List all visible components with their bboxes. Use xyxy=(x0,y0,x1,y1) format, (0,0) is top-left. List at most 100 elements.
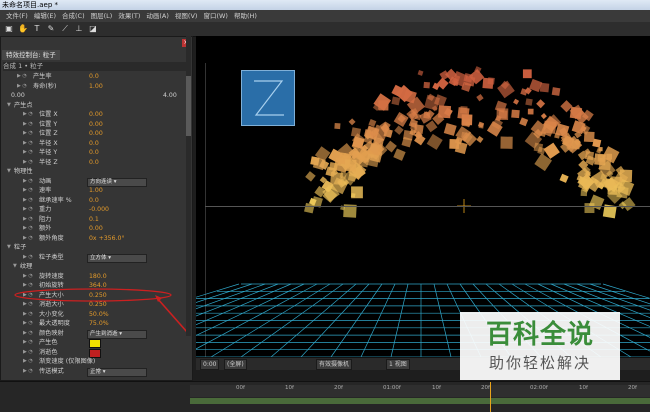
timeline-panel[interactable]: 00f 10f 20f 01:00f 10f 20f 02:00f 10f 20f xyxy=(0,381,650,412)
tab-effect-controls[interactable]: 特效控制台: 粒子 xyxy=(2,50,60,60)
property-row[interactable]: ▶ ◔ 渐变速度 (仅限图像) xyxy=(3,357,186,367)
property-dropdown[interactable]: 正常 ▾ xyxy=(87,367,147,377)
stopwatch-icon[interactable]: ▶ ◔ xyxy=(23,367,33,377)
disclosure-triangle-icon[interactable]: ▼ xyxy=(7,167,11,177)
menu-item[interactable]: 视图(V) xyxy=(175,10,198,22)
disclosure-triangle-icon[interactable]: ▼ xyxy=(7,243,11,253)
property-value[interactable]: 75.0% xyxy=(89,319,109,329)
stopwatch-icon[interactable]: ▶ ◔ xyxy=(23,348,33,358)
property-row[interactable]: ▶ ◔ 半径 Z 0.0 xyxy=(3,158,186,168)
property-row[interactable]: ▶ ◔ 动画 方向连读 ▾ xyxy=(3,177,186,187)
property-value[interactable]: 0.0 xyxy=(89,158,99,168)
property-row[interactable]: ▶ ◔ 产生色 xyxy=(3,338,186,348)
property-value[interactable]: 0.0 xyxy=(89,139,99,149)
property-row[interactable]: ▶ ◔ 位置 Z 0.00 xyxy=(3,129,186,139)
stopwatch-icon[interactable]: ▶ ◔ xyxy=(23,120,33,130)
stopwatch-icon[interactable]: ▶ ◔ xyxy=(23,110,33,120)
stopwatch-icon[interactable]: ▶ ◔ xyxy=(23,234,33,244)
property-row[interactable]: ▼ 产生点 xyxy=(3,101,186,111)
property-row[interactable]: ▶ ◔ 半径 Y 0.0 xyxy=(3,148,186,158)
stopwatch-icon[interactable]: ▶ ◔ xyxy=(23,319,33,329)
property-row[interactable]: ▶ ◔ 速率 1.00 xyxy=(3,186,186,196)
property-row[interactable]: ▶ ◔ 位置 X 0.00 xyxy=(3,110,186,120)
property-value[interactable]: 1.00 xyxy=(89,82,103,92)
pen-tool-icon[interactable]: ✎ xyxy=(46,24,56,34)
property-row[interactable]: 0.00 4.00 xyxy=(3,91,186,101)
stopwatch-icon[interactable]: ▶ ◔ xyxy=(23,272,33,282)
hand-tool-icon[interactable]: ✋ xyxy=(18,24,28,34)
property-row[interactable]: ▶ ◔ 半径 X 0.0 xyxy=(3,139,186,149)
property-row[interactable]: ▶ ◔ 继承速率 % 0.0 xyxy=(3,196,186,206)
stopwatch-icon[interactable]: ▶ ◔ xyxy=(23,129,33,139)
property-row[interactable]: ▶ ◔ 传送模式 正常 ▾ xyxy=(3,367,186,377)
stopwatch-icon[interactable]: ▶ ◔ xyxy=(23,148,33,158)
work-area-bar[interactable] xyxy=(190,398,650,404)
eraser-tool-icon[interactable]: ◪ xyxy=(88,24,98,34)
time-ruler[interactable]: 00f 10f 20f 01:00f 10f 20f 02:00f 10f 20f xyxy=(190,385,650,397)
brush-tool-icon[interactable]: ⟋ xyxy=(60,24,70,34)
stopwatch-icon[interactable]: ▶ ◔ xyxy=(17,82,27,92)
menu-item[interactable]: 窗口(W) xyxy=(203,10,228,22)
scrollbar-thumb[interactable] xyxy=(186,76,191,136)
menu-item[interactable]: 文件(F) xyxy=(6,10,28,22)
menu-item[interactable]: 合成(C) xyxy=(62,10,85,22)
composition-viewer[interactable] xyxy=(196,36,650,357)
selection-tool-icon[interactable]: ▣ xyxy=(4,24,14,34)
disclosure-triangle-icon[interactable]: ▼ xyxy=(13,262,17,272)
current-time-indicator[interactable] xyxy=(490,382,491,412)
stopwatch-icon[interactable]: ▶ ◔ xyxy=(23,253,33,263)
menu-item[interactable]: 图层(L) xyxy=(91,10,113,22)
stopwatch-icon[interactable]: ▶ ◔ xyxy=(23,186,33,196)
disclosure-triangle-icon[interactable]: ▼ xyxy=(7,101,11,111)
stopwatch-icon[interactable]: ▶ ◔ xyxy=(23,338,33,348)
property-value[interactable]: 1.00 xyxy=(89,186,103,196)
menu-item[interactable]: 编辑(E) xyxy=(34,10,56,22)
property-row[interactable]: ▼ 粒子 xyxy=(3,243,186,253)
stopwatch-icon[interactable]: ▶ ◔ xyxy=(23,329,33,339)
property-value[interactable]: 50.0% xyxy=(89,310,109,320)
property-row[interactable]: ▶ ◔ 阻力 0.1 xyxy=(3,215,186,225)
property-row[interactable]: ▼ 物理性 xyxy=(3,167,186,177)
property-value[interactable]: 0.00 xyxy=(89,110,103,120)
property-value[interactable]: 0.0 xyxy=(89,148,99,158)
property-value[interactable]: 0.1 xyxy=(89,215,99,225)
text-tool-icon[interactable]: T xyxy=(32,24,42,34)
property-row[interactable]: ▶ ◔ 重力 -0.000 xyxy=(3,205,186,215)
menu-item[interactable]: 效果(T) xyxy=(118,10,140,22)
camera-select[interactable]: 有效摄像机 xyxy=(316,359,353,370)
property-row[interactable]: ▶ ◔ 消逝色 xyxy=(3,348,186,358)
views-select[interactable]: 1 视图 xyxy=(386,359,410,370)
resolution-select[interactable]: (全屏) xyxy=(224,359,247,370)
property-value[interactable]: 0x +356.0° xyxy=(89,234,125,244)
property-row[interactable]: ▶ ◔ 产生率 0.0 xyxy=(3,72,186,82)
stopwatch-icon[interactable]: ▶ ◔ xyxy=(23,196,33,206)
property-row[interactable]: ▶ ◔ 粒子类型 立方体 ▾ xyxy=(3,253,186,263)
property-value[interactable]: 180.0 xyxy=(89,272,107,282)
stopwatch-icon[interactable]: ▶ ◔ xyxy=(23,177,33,187)
stopwatch-icon[interactable]: ▶ ◔ xyxy=(23,224,33,234)
property-value[interactable]: 0.0 xyxy=(89,196,99,206)
property-value[interactable]: 0.0 xyxy=(89,72,99,82)
stopwatch-icon[interactable]: ▶ ◔ xyxy=(23,310,33,320)
property-row[interactable]: ▶ ◔ 位置 Y 0.00 xyxy=(3,120,186,130)
panel-scrollbar[interactable] xyxy=(186,36,191,336)
property-value[interactable]: -0.000 xyxy=(89,205,109,215)
menu-item[interactable]: 帮助(H) xyxy=(234,10,257,22)
property-row[interactable]: ▶ ◔ 旋转速度 180.0 xyxy=(3,272,186,282)
property-row[interactable]: ▶ ◔ 额外 0.00 xyxy=(3,224,186,234)
stamp-tool-icon[interactable]: ⊥ xyxy=(74,24,84,34)
property-value[interactable]: 0.00 xyxy=(89,129,103,139)
stopwatch-icon[interactable]: ▶ ◔ xyxy=(17,72,27,82)
stopwatch-icon[interactable]: ▶ ◔ xyxy=(23,158,33,168)
property-row[interactable]: ▶ ◔ 寿命(秒) 1.00 xyxy=(3,82,186,92)
stopwatch-icon[interactable]: ▶ ◔ xyxy=(23,215,33,225)
stopwatch-icon[interactable]: ▶ ◔ xyxy=(23,139,33,149)
menu-item[interactable]: 动画(A) xyxy=(146,10,169,22)
property-row[interactable]: ▼ 纹理 xyxy=(3,262,186,272)
property-value[interactable]: 0.00 xyxy=(89,224,103,234)
stopwatch-icon[interactable]: ▶ ◔ xyxy=(23,205,33,215)
particle-cube xyxy=(551,87,561,96)
property-row[interactable]: ▶ ◔ 额外角度 0x +356.0° xyxy=(3,234,186,244)
stopwatch-icon[interactable]: ▶ ◔ xyxy=(23,357,33,367)
property-value[interactable]: 0.00 xyxy=(89,120,103,130)
